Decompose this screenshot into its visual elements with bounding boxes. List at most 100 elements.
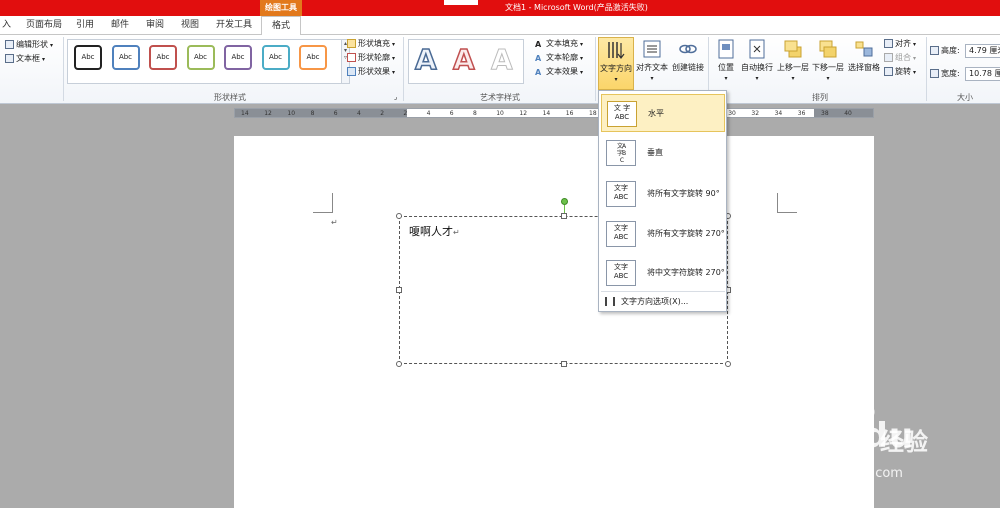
margin-corner-top-right (777, 193, 797, 213)
tab-references[interactable]: 引用 (76, 16, 94, 35)
text-box-icon (5, 54, 14, 63)
edit-shape-button[interactable]: 编辑形状 ▾ (5, 39, 53, 51)
width-input[interactable]: 10.78 厘 (965, 67, 1000, 81)
edit-shape-icon (5, 40, 14, 49)
wordart-style-2[interactable]: A (452, 42, 475, 77)
send-backward-button[interactable]: 下移一层 ▾ (811, 37, 845, 90)
menu-item-text-direction-options[interactable]: 文字方向选项(X)... (605, 296, 688, 307)
ruler-tick-label: 6 (449, 110, 454, 117)
resize-handle-bl[interactable] (396, 361, 402, 367)
rotate-icon (884, 67, 893, 76)
shape-style-swatch[interactable]: Abc (299, 45, 327, 70)
watermark-jingyan: 经验 (880, 428, 928, 456)
create-link-button[interactable]: 创建链接 (669, 37, 707, 90)
ruler-tick-label: 40 (844, 110, 852, 117)
pen-outline-icon (347, 53, 356, 62)
position-icon (718, 39, 734, 59)
wrap-text-icon (749, 39, 765, 59)
group-icon (884, 53, 893, 62)
text-outline-button[interactable]: A 文本轮廓 ▾ (535, 52, 583, 64)
ruler-tick-label: 14 (542, 110, 551, 117)
tab-format[interactable]: 格式 (261, 16, 302, 36)
watermark-url: jingyan.baidu.com (783, 466, 903, 481)
text-direction-icon (608, 42, 625, 59)
ruler-tick-label: 32 (751, 110, 760, 117)
ruler-tick-label: 8 (473, 110, 477, 117)
shape-style-swatch[interactable]: Abc (224, 45, 252, 70)
shape-styles-gallery[interactable]: Abc Abc Abc Abc Abc Abc Abc ▴ ▾ ▿ (67, 39, 350, 84)
menu-item-rotate-90[interactable]: 文字 ABC 将所有文字旋转 90° (601, 175, 725, 213)
vertical-text-icon: 文A 字B C (606, 140, 636, 166)
rotate-button[interactable]: 旋转 ▾ (884, 66, 916, 78)
align-text-button[interactable]: 对齐文本 ▾ (635, 37, 669, 90)
ruler-tick-label: 14 (241, 110, 249, 117)
paragraph-mark: ↵ (331, 218, 338, 227)
align-button[interactable]: 对齐 ▾ (884, 38, 916, 50)
wordart-gallery[interactable]: A A A (408, 39, 524, 84)
shape-outline-button[interactable]: 形状轮廓 ▾ (347, 52, 395, 64)
wrap-text-button[interactable]: 自动换行 ▾ (740, 37, 774, 90)
horizontal-ruler[interactable]: 1412108642246810121416182022242628303234… (234, 108, 874, 118)
position-button[interactable]: 位置 ▾ (712, 37, 740, 90)
group-separator (926, 37, 927, 101)
text-fill-button[interactable]: A 文本填充 ▾ (535, 38, 583, 50)
resize-handle-tl[interactable] (396, 213, 402, 219)
bring-forward-button[interactable]: 上移一层 ▾ (776, 37, 810, 90)
ruler-tick-label: 10 (287, 110, 296, 117)
menu-separator (601, 291, 725, 292)
tab-view[interactable]: 视图 (181, 16, 199, 35)
text-box-button[interactable]: 文本框 ▾ (5, 53, 45, 65)
shape-style-swatch[interactable]: Abc (149, 45, 177, 70)
ruler-tick-label: 38 (821, 110, 829, 117)
ruler-tick-label: 4 (426, 110, 431, 117)
shape-style-swatch[interactable]: Abc (74, 45, 102, 70)
rotation-handle[interactable] (561, 198, 568, 205)
shape-fill-button[interactable]: 形状填充 ▾ (347, 38, 395, 50)
resize-handle-bottom[interactable] (561, 361, 567, 367)
margin-corner-top-left (313, 193, 333, 213)
selection-pane-icon (855, 41, 873, 57)
tab-review[interactable]: 审阅 (146, 16, 164, 35)
text-effects-icon: A (535, 68, 542, 77)
ruler-tick-label: 12 (519, 110, 528, 117)
text-fill-icon: A (535, 40, 542, 49)
menu-item-rotate-270[interactable]: 文字 ABC 将所有文字旋转 270° (601, 215, 725, 253)
menu-item-horizontal[interactable]: 文 字 ABC 水平 (601, 94, 725, 132)
window-title: 文档1 - Microsoft Word(产品激活失败) (505, 3, 648, 12)
menu-item-vertical[interactable]: 文A 字B C 垂直 (601, 134, 725, 172)
selection-pane-button[interactable]: 选择窗格 (846, 37, 882, 90)
text-box-content[interactable]: 嗄啊人才↵ (409, 223, 460, 239)
shape-style-swatch[interactable]: Abc (111, 45, 140, 70)
size-label: 大小 (957, 93, 973, 102)
text-effects-button[interactable]: A 文本效果 ▾ (535, 66, 583, 78)
shape-style-swatch[interactable]: Abc (261, 45, 290, 70)
align-text-icon (643, 40, 661, 58)
text-direction-options-icon (605, 297, 615, 306)
quick-access-highlight (444, 0, 478, 5)
group-separator (63, 37, 64, 101)
ruler-tick-label: 6 (333, 110, 338, 117)
text-direction-button[interactable]: 文字方向 ▾ (598, 37, 634, 90)
tab-page-layout[interactable]: 页面布局 (26, 16, 62, 35)
wordart-style-1[interactable]: A (414, 42, 437, 77)
shape-styles-launcher[interactable]: ⌟ (394, 91, 397, 103)
group-button[interactable]: 组合 ▾ (884, 52, 916, 64)
width-icon (930, 69, 939, 78)
resize-handle-br[interactable] (725, 361, 731, 367)
shape-effects-button[interactable]: 形状效果 ▾ (347, 66, 395, 78)
tab-insert[interactable]: 入 (2, 16, 11, 35)
height-input[interactable]: 4.79 厘米 (965, 44, 1000, 58)
resize-handle-top[interactable] (561, 213, 567, 219)
ruler-tick-label: 18 (589, 110, 597, 117)
resize-handle-left[interactable] (396, 287, 402, 293)
tab-developer[interactable]: 开发工具 (216, 16, 252, 35)
shape-style-swatch[interactable]: Abc (186, 45, 215, 70)
tab-mailings[interactable]: 邮件 (111, 16, 129, 35)
paint-bucket-icon (347, 39, 356, 48)
ruler-tick-label: 16 (565, 110, 574, 117)
wordart-style-3[interactable]: A (491, 43, 514, 77)
width-label: 宽度: (930, 68, 960, 80)
menu-item-rotate-cjk-270[interactable]: 文字 ABC 将中文字符旋转 270° (601, 254, 725, 292)
send-backward-icon (819, 40, 837, 58)
shape-styles-label: 形状样式 (214, 93, 246, 102)
